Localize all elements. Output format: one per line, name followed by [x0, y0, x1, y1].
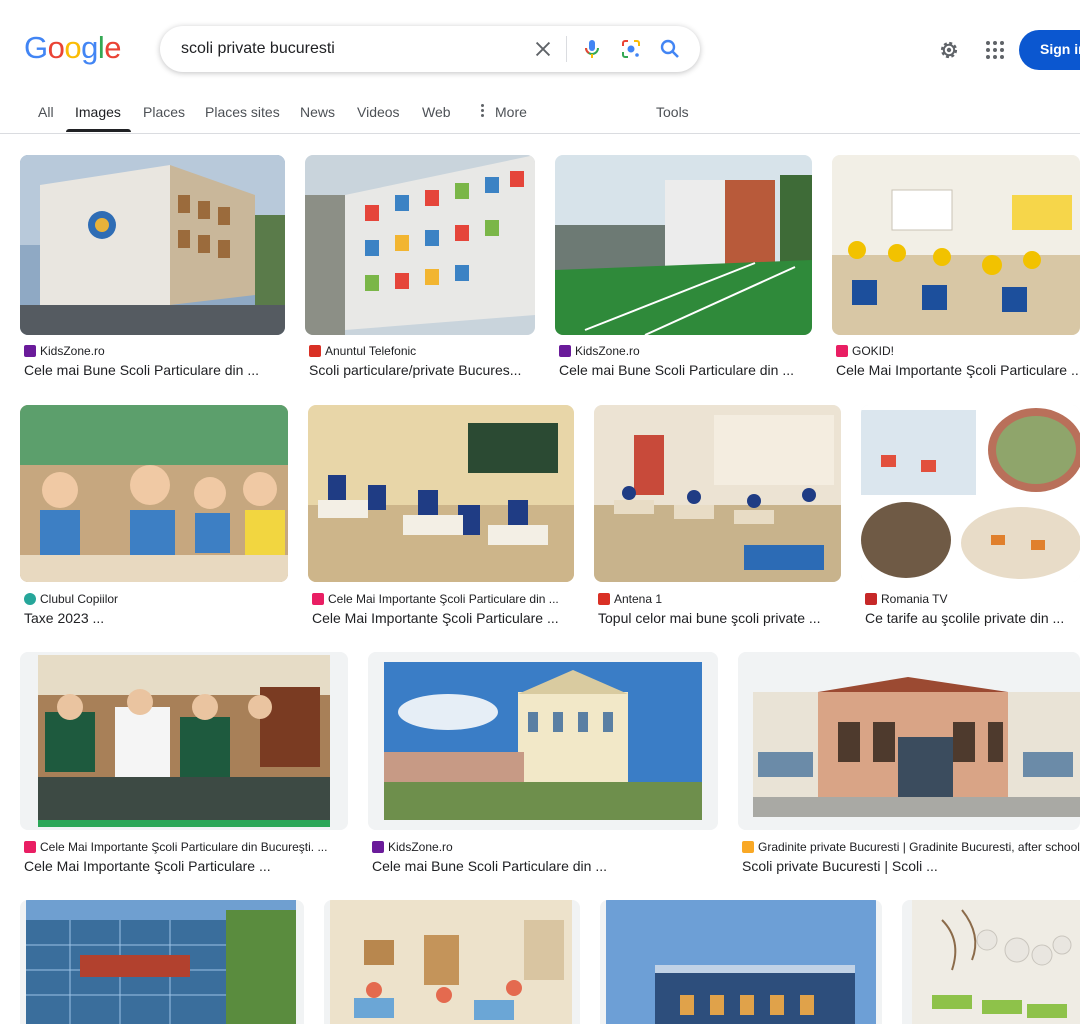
source-label: KidsZone.ro: [40, 344, 105, 358]
site-favicon-icon: [312, 593, 324, 605]
result-thumbnail[interactable]: [902, 900, 1080, 1024]
active-tab-indicator: [66, 129, 131, 132]
source-label: Gradinite private Bucuresti | Gradinite …: [758, 840, 1080, 854]
result-caption[interactable]: Ce tarife au şcolile private din ...: [865, 610, 1080, 626]
source-label: Cele Mai Importante Şcoli Particulare di…: [40, 840, 328, 854]
result-caption[interactable]: Taxe 2023 ...: [24, 610, 288, 626]
result-caption[interactable]: Cele Mai Importante Şcoli Particulare ..…: [312, 610, 574, 626]
result-thumbnail[interactable]: [20, 652, 348, 830]
sign-in-button[interactable]: Sign in: [1019, 30, 1080, 70]
logo-letter: o: [47, 30, 65, 65]
result-source[interactable]: KidsZone.ro: [24, 344, 284, 358]
tab-images[interactable]: Images: [75, 104, 121, 120]
source-label: GOKID!: [852, 344, 895, 358]
result-caption[interactable]: Cele mai Bune Scoli Particulare din ...: [559, 362, 812, 378]
result-source[interactable]: KidsZone.ro: [559, 344, 812, 358]
result-caption[interactable]: Cele mai Bune Scoli Particulare din ...: [372, 858, 718, 874]
source-label: Anuntul Telefonic: [325, 344, 417, 358]
source-label: Romania TV: [881, 592, 948, 606]
result-thumbnail[interactable]: [305, 155, 535, 335]
site-favicon-icon: [865, 593, 877, 605]
divider: [566, 36, 567, 62]
result-thumbnail[interactable]: [20, 155, 285, 335]
site-favicon-icon: [309, 345, 321, 357]
result-source[interactable]: Cele Mai Importante Şcoli Particulare di…: [24, 840, 348, 854]
result-caption[interactable]: Scoli particulare/private Bucures...: [309, 362, 535, 378]
logo-letter: G: [24, 30, 48, 65]
result-source[interactable]: Gradinite private Bucuresti | Gradinite …: [742, 840, 1080, 854]
source-label: Clubul Copiilor: [40, 592, 119, 606]
logo-letter: o: [64, 30, 82, 65]
result-thumbnail[interactable]: [368, 652, 718, 830]
site-favicon-icon: [24, 345, 36, 357]
result-caption[interactable]: Topul celor mai bune şcoli private ...: [598, 610, 841, 626]
close-icon[interactable]: [532, 38, 554, 60]
result-source[interactable]: Cele Mai Importante Şcoli Particulare di…: [312, 592, 574, 606]
result-thumbnail[interactable]: [20, 405, 288, 582]
result-thumbnail[interactable]: [594, 405, 841, 582]
logo-letter: g: [81, 30, 98, 65]
gear-icon[interactable]: [937, 38, 961, 62]
result-thumbnail[interactable]: [600, 900, 882, 1024]
result-thumbnail[interactable]: [861, 405, 1080, 582]
source-label: KidsZone.ro: [388, 840, 453, 854]
tab-more[interactable]: More: [481, 103, 527, 121]
more-vert-icon: [481, 103, 485, 119]
source-label: Antena 1: [614, 592, 663, 606]
tab-news[interactable]: News: [300, 104, 335, 120]
tab-web[interactable]: Web: [422, 104, 451, 120]
result-thumbnail[interactable]: [738, 652, 1080, 830]
result-thumbnail[interactable]: [555, 155, 812, 335]
tab-places-sites[interactable]: Places sites: [205, 104, 280, 120]
result-caption[interactable]: Cele mai Bune Scoli Particulare din ...: [24, 362, 284, 378]
logo-letter: e: [104, 30, 122, 65]
tab-all[interactable]: All: [38, 104, 54, 120]
result-thumbnail[interactable]: [832, 155, 1080, 335]
search-input[interactable]: scoli private bucuresti: [181, 40, 335, 58]
result-source[interactable]: KidsZone.ro: [372, 840, 718, 854]
result-thumbnail[interactable]: [308, 405, 574, 582]
search-box[interactable]: scoli private bucuresti: [160, 26, 700, 72]
result-thumbnail[interactable]: [324, 900, 580, 1024]
result-source[interactable]: Antena 1: [598, 592, 841, 606]
result-source[interactable]: Romania TV: [865, 592, 1080, 606]
result-caption[interactable]: Scoli private Bucuresti | Scoli ...: [742, 858, 1080, 874]
tab-tools[interactable]: Tools: [656, 104, 689, 120]
result-caption[interactable]: Cele Mai Importante Şcoli Particulare ..…: [24, 858, 348, 874]
google-logo[interactable]: Google: [24, 30, 122, 66]
result-source[interactable]: Anuntul Telefonic: [309, 344, 535, 358]
tab-more-label: More: [495, 104, 527, 120]
site-favicon-icon: [598, 593, 610, 605]
site-favicon-icon: [559, 345, 571, 357]
tab-videos[interactable]: Videos: [357, 104, 400, 120]
site-favicon-icon: [24, 841, 36, 853]
header: Google scoli private bucuresti Sign i Al…: [0, 0, 1080, 134]
result-caption[interactable]: Cele Mai Importante Şcoli Particulare ..…: [836, 362, 1080, 378]
search-icon[interactable]: [658, 37, 682, 61]
result-source[interactable]: Clubul Copiilor: [24, 592, 288, 606]
site-favicon-icon: [836, 345, 848, 357]
google-lens-icon[interactable]: [619, 37, 643, 61]
result-thumbnail[interactable]: [20, 900, 304, 1024]
source-label: Cele Mai Importante Şcoli Particulare di…: [328, 592, 559, 606]
site-favicon-icon: [742, 841, 754, 853]
apps-grid-icon[interactable]: [983, 38, 1007, 62]
search-tabs: All Images Places Places sites News Vide…: [0, 92, 1080, 134]
source-label: KidsZone.ro: [575, 344, 640, 358]
result-source[interactable]: GOKID!: [836, 344, 1080, 358]
microphone-icon[interactable]: [580, 37, 604, 61]
site-favicon-icon: [372, 841, 384, 853]
tab-places[interactable]: Places: [143, 104, 185, 120]
site-favicon-icon: [24, 593, 36, 605]
